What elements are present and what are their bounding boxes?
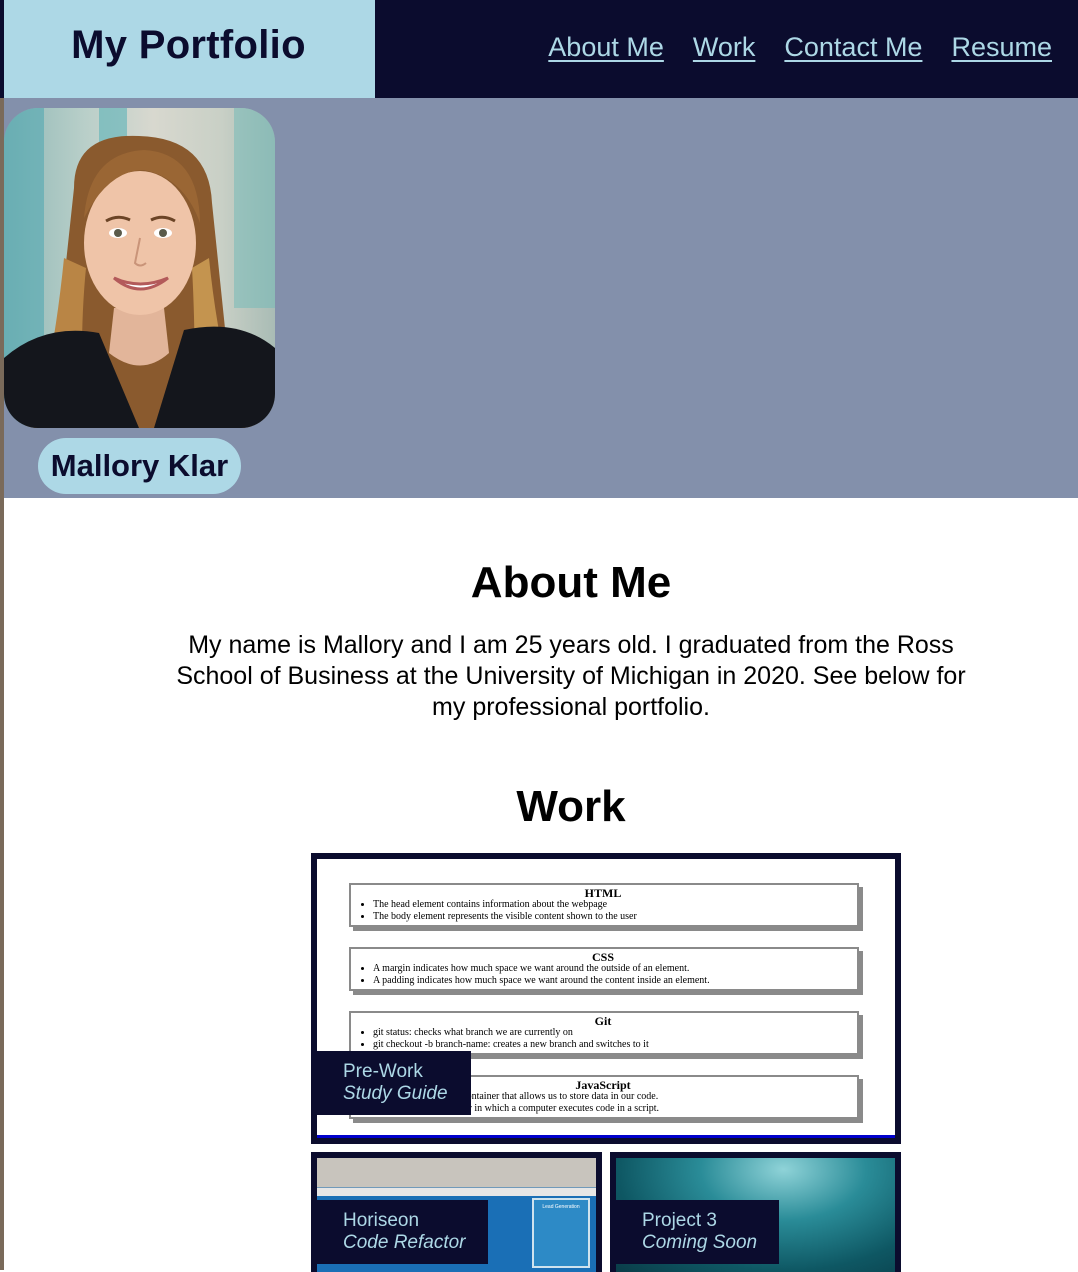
guide-item: The head element contains information ab…: [373, 899, 849, 911]
guide-item: The body element represents the visible …: [373, 911, 849, 923]
project-title: Pre-Work: [343, 1061, 423, 1082]
project-label: Pre-Work Study Guide: [317, 1051, 471, 1115]
project-title: Horiseon: [343, 1210, 420, 1231]
guide-heading: CSS: [591, 950, 614, 964]
nav-link-about-me[interactable]: About Me: [548, 32, 664, 63]
guide-box-git: Git git status: checks what branch we ar…: [349, 1011, 859, 1055]
project-card-project-3[interactable]: Project 3 Coming Soon: [610, 1152, 901, 1272]
nav-link-work[interactable]: Work: [693, 32, 756, 63]
project-label: Project 3 Coming Soon: [616, 1200, 779, 1264]
project-card-pre-work[interactable]: HTML The head element contains informati…: [311, 853, 901, 1144]
site-header: My Portfolio About Me Work Contact Me Re…: [0, 0, 1078, 98]
project-subtitle: Code Refactor: [343, 1232, 466, 1253]
project-card-horiseon[interactable]: Lead Generation Horiseon Code Refactor: [311, 1152, 602, 1272]
nav-link-contact-me[interactable]: Contact Me: [784, 32, 922, 63]
project-title: Project 3: [642, 1210, 717, 1231]
guide-heading: HTML: [584, 886, 622, 900]
project-subtitle: Study Guide: [343, 1083, 448, 1104]
about-text: My name is Mallory and I am 25 years old…: [176, 631, 966, 721]
project-subtitle: Coming Soon: [642, 1232, 758, 1253]
project-label: Horiseon Code Refactor: [317, 1200, 488, 1264]
brand: My Portfolio: [4, 0, 375, 98]
brand-title: My Portfolio: [71, 22, 306, 67]
guide-item: git checkout -b branch-name: creates a n…: [373, 1039, 849, 1051]
profile-photo: [4, 108, 275, 428]
thumbnail-sidebar-title: Lead Generation: [542, 1204, 580, 1210]
portrait-illustration: [4, 108, 275, 428]
nav-link-resume[interactable]: Resume: [951, 32, 1052, 63]
guide-item: A padding indicates how much space we wa…: [373, 975, 849, 987]
guide-heading: Git: [594, 1014, 612, 1028]
work-heading: Work: [516, 782, 626, 831]
about-heading: About Me: [470, 558, 672, 607]
main-nav: About Me Work Contact Me Resume: [548, 32, 1052, 63]
guide-box-css: CSS A margin indicates how much space we…: [349, 947, 859, 991]
guide-item: A margin indicates how much space we wan…: [373, 963, 849, 975]
guide-box-html: HTML The head element contains informati…: [349, 883, 859, 927]
thumbnail-sidebar: Lead Generation: [532, 1198, 590, 1268]
guide-item: git status: checks what branch we are cu…: [373, 1027, 849, 1039]
thumbnail-strip: [317, 1188, 596, 1196]
profile-name: Mallory Klar: [38, 438, 241, 494]
